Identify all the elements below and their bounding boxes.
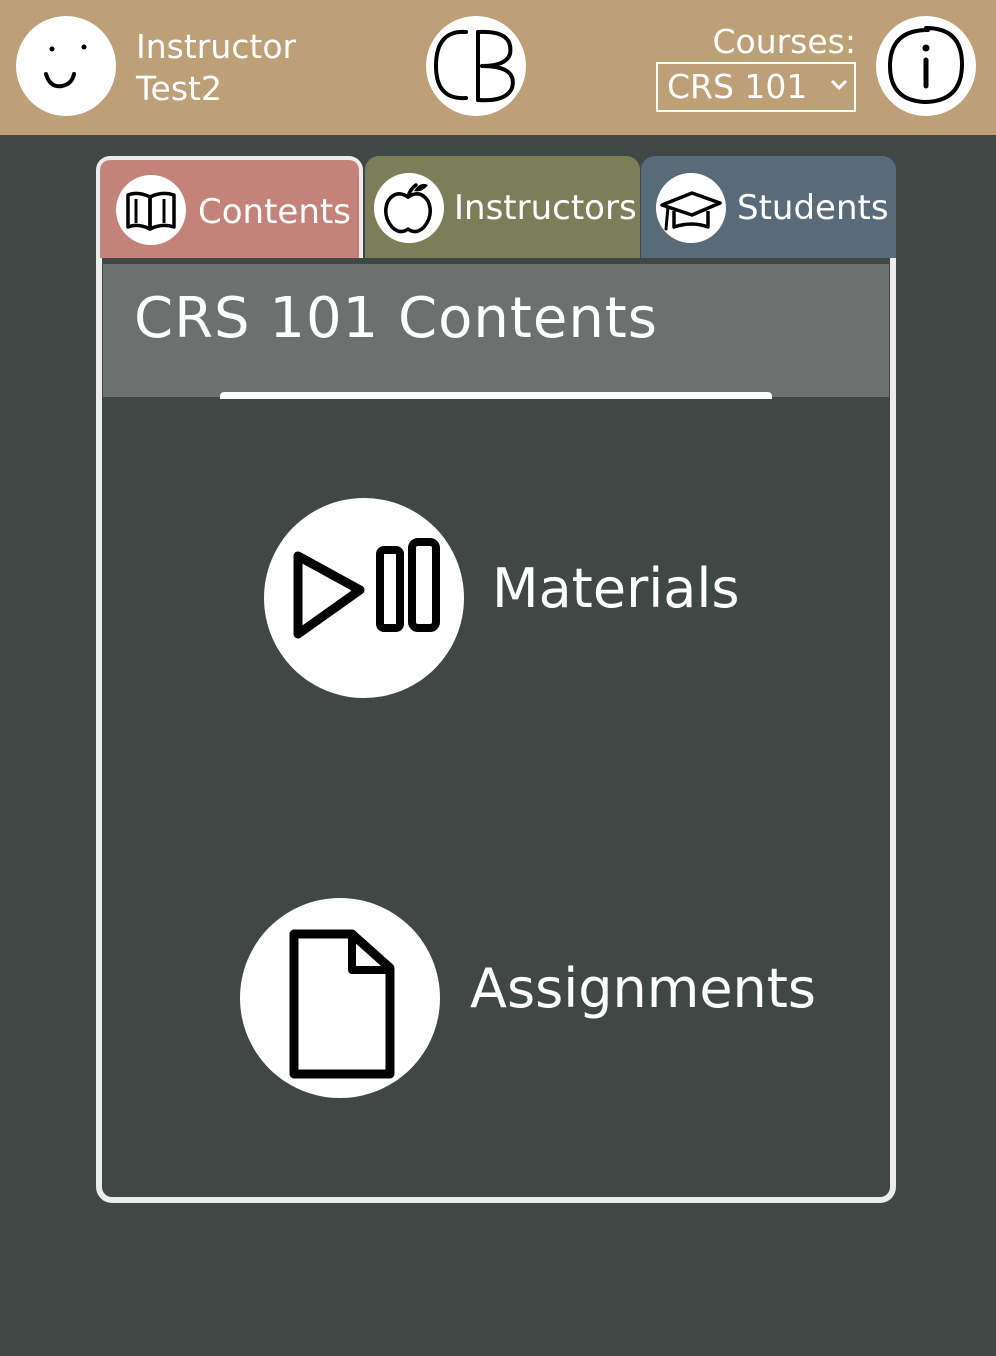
- book-icon: [126, 191, 176, 231]
- courses-label: Courses:: [712, 22, 856, 61]
- tab-students-label: Students: [737, 188, 889, 228]
- cb-logo-icon: [433, 29, 515, 103]
- document-icon: [289, 929, 395, 1079]
- materials-icon-circle: [264, 498, 464, 698]
- assignments-icon-circle: [240, 898, 440, 1098]
- panel-header-underline: [220, 392, 772, 399]
- course-select[interactable]: CRS 101: [656, 62, 856, 112]
- home-logo-button[interactable]: [426, 16, 526, 116]
- info-icon: [887, 26, 965, 105]
- info-button[interactable]: [876, 16, 976, 116]
- tab-students[interactable]: Students: [641, 156, 896, 266]
- smiley-face-icon: [44, 44, 87, 89]
- user-avatar[interactable]: [16, 16, 116, 116]
- user-name: Instructor Test2: [136, 26, 296, 110]
- tab-instructors[interactable]: Instructors: [365, 156, 640, 266]
- tab-contents-label: Contents: [198, 192, 351, 232]
- assignments-link[interactable]: Assignments: [240, 898, 816, 1098]
- apple-icon: [384, 183, 432, 234]
- course-select-value: CRS 101: [667, 67, 808, 106]
- panel-title: CRS 101 Contents: [134, 286, 658, 351]
- materials-link[interactable]: Materials: [264, 498, 740, 698]
- play-pause-icon: [293, 538, 440, 639]
- tab-contents-icon-circle: [116, 175, 186, 245]
- user-name-second: Test2: [136, 69, 222, 108]
- graduation-cap-icon: [660, 191, 722, 231]
- user-name-first: Instructor: [136, 27, 297, 66]
- tab-contents[interactable]: Contents: [96, 156, 363, 266]
- tab-students-icon-circle: [656, 173, 726, 243]
- tab-instructors-icon-circle: [374, 173, 444, 243]
- materials-label: Materials: [492, 557, 740, 620]
- chevron-down-icon: [830, 79, 848, 91]
- assignments-label: Assignments: [470, 957, 817, 1020]
- tab-instructors-label: Instructors: [454, 188, 637, 228]
